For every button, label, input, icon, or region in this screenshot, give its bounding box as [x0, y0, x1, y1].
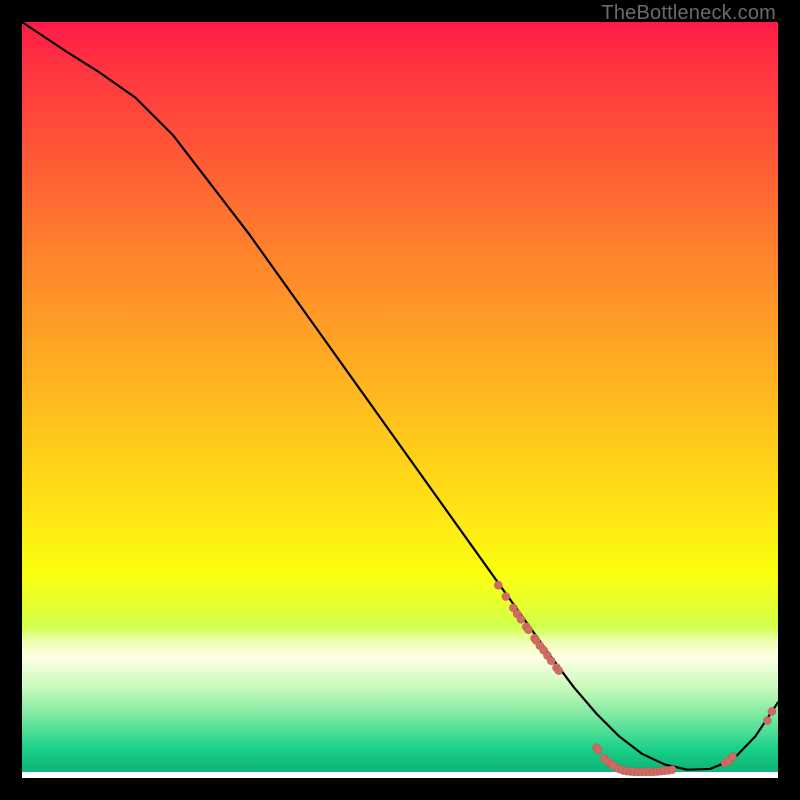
data-point: [555, 666, 563, 674]
data-point: [668, 765, 676, 773]
data-point: [728, 753, 736, 761]
data-point: [502, 592, 510, 600]
data-point: [494, 581, 502, 589]
watermark-text: TheBottleneck.com: [601, 2, 776, 25]
bottleneck-curve: [22, 22, 778, 770]
scatter-dots: [494, 581, 776, 776]
data-point: [594, 746, 602, 754]
data-point: [524, 626, 532, 634]
plot-svg: [22, 22, 778, 778]
data-point: [547, 657, 555, 665]
data-point: [517, 615, 525, 623]
chart-area: [22, 22, 778, 778]
data-point: [763, 716, 771, 724]
data-point: [768, 707, 776, 715]
